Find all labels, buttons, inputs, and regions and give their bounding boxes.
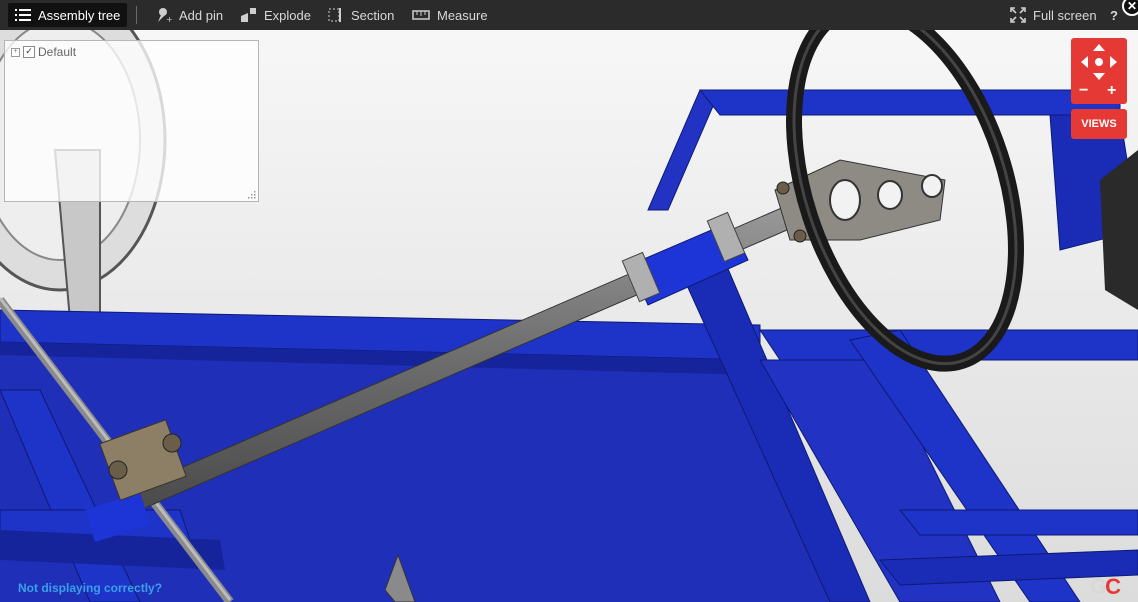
tree-node-default[interactable]: + ✓ Default: [11, 45, 76, 59]
assembly-tree-panel: + ✓ Default: [4, 40, 259, 202]
pan-left-icon[interactable]: [1081, 56, 1088, 68]
expand-icon[interactable]: +: [11, 47, 20, 57]
logo-c: C: [1105, 574, 1121, 599]
tree-node-label: Default: [38, 45, 77, 59]
views-button[interactable]: VIEWS: [1071, 109, 1127, 139]
close-icon: ✕: [1126, 0, 1138, 13]
assembly-tree-button[interactable]: Assembly tree: [8, 3, 128, 27]
explode-label: Explode: [264, 7, 311, 23]
gc-logo: GC: [1090, 574, 1121, 600]
pin-icon: +: [156, 7, 172, 23]
not-displaying-link[interactable]: Not displaying correctly?: [18, 581, 162, 595]
ruler-icon: [412, 9, 430, 21]
help-icon: ?: [1110, 7, 1118, 23]
zoom-out-icon[interactable]: −: [1079, 82, 1088, 100]
measure-label: Measure: [437, 7, 488, 23]
full-screen-label: Full screen: [1033, 7, 1097, 23]
pan-right-icon[interactable]: [1110, 56, 1117, 68]
pan-down-icon[interactable]: [1093, 73, 1105, 80]
toolbar-divider: [136, 6, 137, 24]
full-screen-button[interactable]: Full screen: [1010, 0, 1097, 30]
checkbox-icon[interactable]: ✓: [23, 46, 35, 58]
logo-g: G: [1090, 574, 1107, 599]
measure-button[interactable]: Measure: [412, 0, 488, 30]
assembly-tree-label: Assembly tree: [38, 7, 121, 23]
resize-grip-icon[interactable]: [248, 191, 256, 199]
center-icon[interactable]: [1095, 58, 1103, 66]
add-pin-label: Add pin: [179, 7, 224, 23]
zoom-in-icon[interactable]: +: [1107, 82, 1116, 100]
add-pin-button[interactable]: + Add pin: [156, 0, 223, 30]
explode-button[interactable]: Explode: [240, 0, 311, 30]
help-button[interactable]: ?: [1110, 0, 1118, 30]
pan-up-icon[interactable]: [1093, 44, 1105, 51]
section-label: Section: [351, 7, 395, 23]
section-icon: [328, 7, 344, 23]
toolbar: Assembly tree + Add pin Explode Section …: [0, 0, 1138, 30]
navigation-pad: − +: [1071, 38, 1127, 104]
fullscreen-icon: [1010, 7, 1026, 23]
explode-icon: [240, 7, 257, 23]
list-icon: [15, 8, 31, 22]
section-button[interactable]: Section: [328, 0, 394, 30]
svg-text:+: +: [166, 15, 172, 23]
